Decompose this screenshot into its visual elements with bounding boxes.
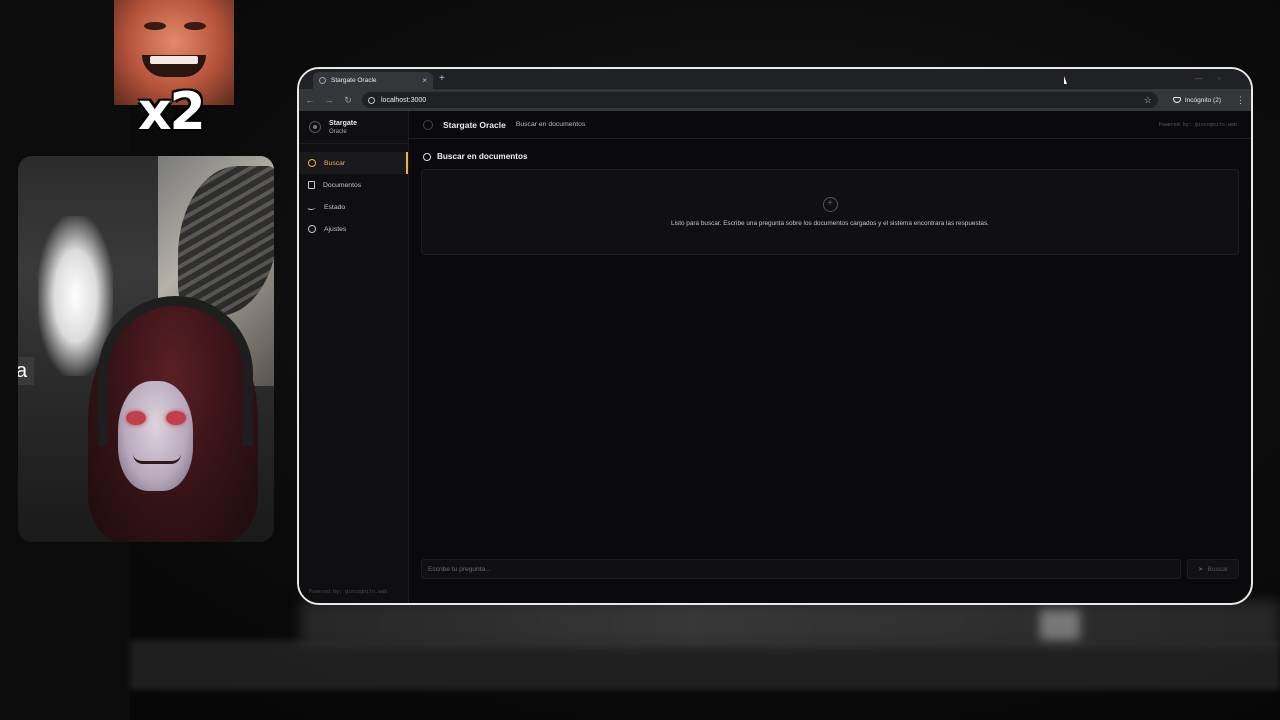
- app-root: Stargate Oracle Buscar Documentos Estado…: [299, 111, 1251, 603]
- address-bar[interactable]: localhost:3000 ☆: [362, 92, 1158, 108]
- sidebar: Stargate Oracle Buscar Documentos Estado…: [299, 111, 409, 603]
- sidebar-item-label: Documentos: [323, 181, 362, 189]
- document-icon: [308, 181, 315, 189]
- zoom-in-icon: +: [822, 197, 838, 212]
- reload-icon[interactable]: ↻: [343, 95, 353, 106]
- streamer-mask: [118, 381, 193, 491]
- mouse-cursor: [1064, 76, 1067, 84]
- bookmark-star-icon[interactable]: ☆: [1144, 95, 1152, 106]
- section-title: Buscar en documentos: [409, 139, 1251, 169]
- new-tab-button[interactable]: +: [439, 73, 445, 85]
- sidebar-nav: Buscar Documentos Estado Ajustes: [299, 144, 408, 240]
- incognito-label: Incógnito (2): [1184, 96, 1221, 104]
- empty-state-panel: + Listo para buscar. Escribe una pregunt…: [421, 169, 1239, 255]
- meme-teeth: [150, 56, 198, 64]
- app-header: Stargate Oracle Buscar en documentos Pow…: [409, 111, 1251, 139]
- tab-title: Stargate Oracle: [331, 77, 377, 84]
- window-controls: — ▫: [1194, 74, 1221, 83]
- search-button-label: Buscar: [1207, 565, 1229, 573]
- question-input-bar: Escribe tu pregunta... ➤ Buscar: [421, 559, 1239, 579]
- meme-eye: [184, 22, 206, 30]
- mask-grin: [133, 454, 181, 464]
- browser-menu-icon[interactable]: ⋮: [1236, 95, 1245, 106]
- screen: x2 a Stargate Oracle × + — ▫ ← → ↻ local…: [0, 0, 1280, 720]
- search-icon: [423, 152, 431, 161]
- section-title-text: Buscar en documentos: [437, 152, 528, 161]
- caption-fragment: a: [18, 357, 34, 385]
- search-button[interactable]: ➤ Buscar: [1187, 559, 1239, 579]
- brand: Stargate Oracle: [299, 111, 408, 144]
- browser-toolbar: ← → ↻ localhost:3000 ☆ Incógnito (2) ⋮: [299, 89, 1251, 111]
- gear-icon: [308, 225, 316, 233]
- brand-subtitle: Oracle: [329, 128, 347, 135]
- maximize-icon[interactable]: ▫: [1218, 74, 1221, 83]
- webcam-overlay: a: [18, 156, 274, 542]
- sidebar-item-ajustes[interactable]: Ajustes: [299, 218, 408, 240]
- browser-window: Stargate Oracle × + — ▫ ← → ↻ localhost:…: [297, 67, 1253, 605]
- logo-icon: [309, 121, 321, 133]
- background-object: [1040, 610, 1080, 640]
- mask-eye: [166, 411, 186, 425]
- multiplier-text: x2: [138, 82, 206, 142]
- sidebar-item-buscar[interactable]: Buscar: [299, 152, 408, 174]
- empty-state-message: Listo para buscar. Escribe una pregunta …: [671, 220, 989, 227]
- forward-icon[interactable]: →: [324, 95, 334, 105]
- send-icon: ➤: [1197, 566, 1204, 573]
- browser-tab[interactable]: Stargate Oracle ×: [313, 72, 433, 89]
- sidebar-powered-by: Powered by: @incognito.web: [309, 589, 388, 595]
- browser-titlebar: Stargate Oracle × + — ▫: [299, 69, 1251, 89]
- header-title: Stargate Oracle: [443, 119, 506, 130]
- brand-name: Stargate: [329, 119, 358, 127]
- main-content: Stargate Oracle Buscar en documentos Pow…: [409, 111, 1251, 603]
- mask-eye: [126, 411, 146, 425]
- logo-icon: [423, 119, 433, 130]
- meme-eye: [144, 22, 166, 30]
- globe-icon: [319, 77, 326, 84]
- question-input[interactable]: Escribe tu pregunta...: [421, 559, 1181, 579]
- sidebar-item-label: Estado: [324, 203, 346, 211]
- minimize-icon[interactable]: —: [1194, 74, 1202, 83]
- background-floor: [300, 600, 1280, 645]
- sidebar-item-estado[interactable]: Estado: [299, 196, 408, 218]
- sidebar-item-documentos[interactable]: Documentos: [299, 174, 408, 196]
- search-icon: [308, 159, 316, 167]
- site-info-icon[interactable]: [368, 96, 375, 104]
- incognito-indicator[interactable]: Incógnito (2): [1167, 97, 1227, 104]
- sidebar-item-label: Ajustes: [324, 225, 347, 233]
- close-tab-icon[interactable]: ×: [422, 76, 427, 85]
- activity-icon: [306, 204, 318, 210]
- sidebar-item-label: Buscar: [324, 159, 346, 167]
- url-text[interactable]: localhost:3000: [381, 97, 1138, 104]
- header-powered-by: Powered by: @incognito.web: [1158, 121, 1237, 128]
- header-subtitle: Buscar en documentos: [515, 121, 586, 128]
- back-icon[interactable]: ←: [305, 95, 315, 105]
- background-taskbar: [130, 640, 1280, 690]
- incognito-icon: [1172, 97, 1181, 103]
